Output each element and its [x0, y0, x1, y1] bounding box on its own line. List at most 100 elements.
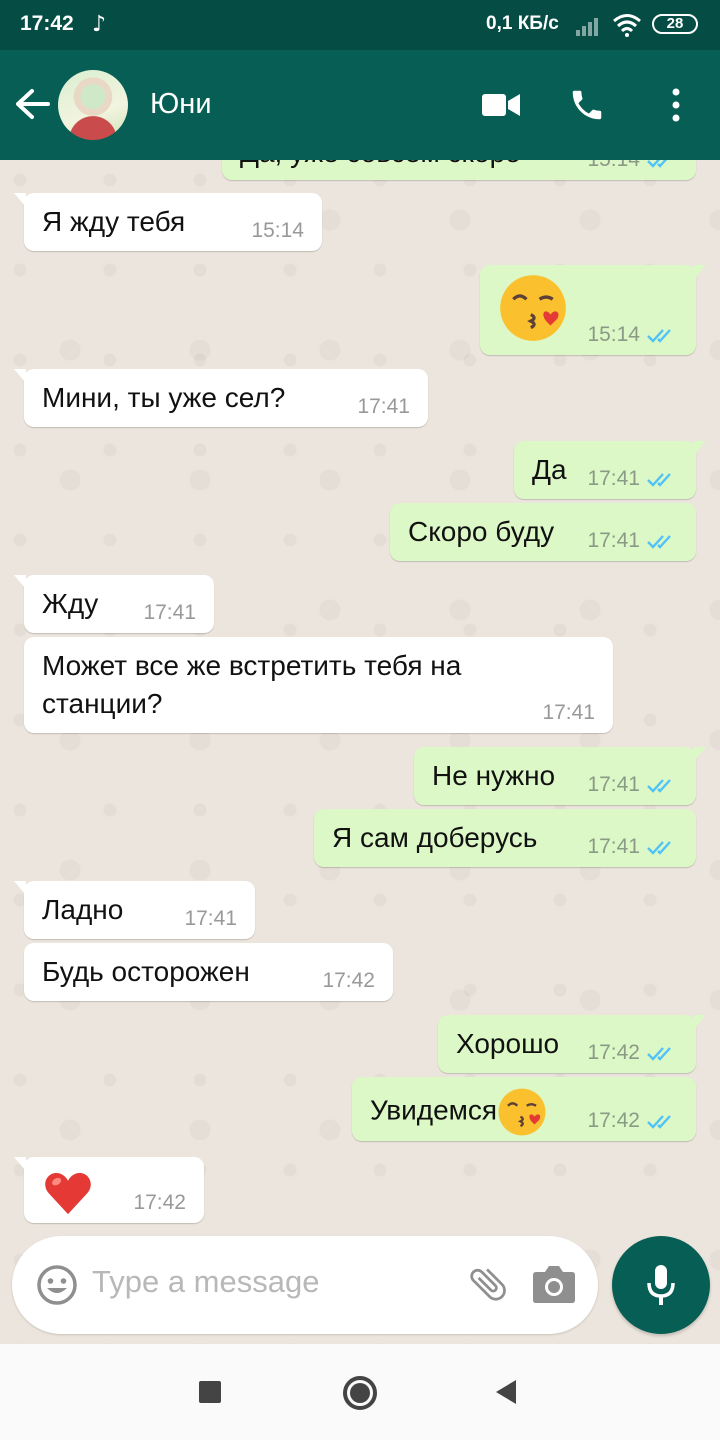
back-arrow-icon[interactable]	[14, 86, 50, 122]
message-text: Хорошо	[456, 1028, 560, 1059]
outgoing-message[interactable]: Скоро буду 17:41	[390, 503, 696, 561]
bubble-tail	[694, 747, 706, 761]
signal-icon	[576, 18, 598, 36]
message-time: 17:41	[587, 529, 640, 552]
message-meta: 17:42	[133, 1191, 186, 1215]
message-time: 17:41	[143, 601, 196, 624]
read-ticks-icon	[647, 160, 668, 168]
message-text: Я сам доберусь	[332, 822, 538, 853]
message-text: Да, уже совсем скоро	[240, 160, 521, 168]
contact-name[interactable]: Юни	[150, 88, 212, 121]
message-time: 17:41	[587, 835, 640, 858]
message-meta: 17:42	[587, 1041, 678, 1065]
kissing-face-emoji-icon	[498, 1088, 546, 1136]
chat-header: Юни	[0, 50, 720, 160]
message-time: 17:42	[133, 1191, 186, 1214]
read-ticks-icon	[647, 1115, 671, 1129]
bubble-tail	[14, 575, 26, 589]
message-time: 17:41	[184, 907, 237, 930]
mic-button[interactable]	[612, 1236, 710, 1334]
read-ticks-icon	[647, 473, 671, 487]
system-nav-bar	[0, 1344, 720, 1440]
message-meta: 17:41	[184, 907, 237, 931]
message-text: Увидемся	[370, 1094, 498, 1126]
message-time: 17:41	[542, 701, 595, 724]
outgoing-message[interactable]: Хорошо 17:42	[438, 1015, 706, 1073]
bubble-tail	[694, 265, 706, 279]
message-time: 17:42	[587, 1041, 640, 1064]
message-text: Будь осторожен	[42, 956, 250, 987]
incoming-message[interactable]: Будь осторожен 17:42	[24, 943, 393, 1001]
message-meta: 15:14	[251, 219, 304, 243]
tiktok-icon: ♪	[92, 12, 107, 37]
message-input[interactable]: Type a message	[92, 1264, 319, 1300]
home-circle-icon[interactable]	[342, 1375, 378, 1411]
message-time: 17:41	[587, 773, 640, 796]
incoming-message[interactable]: 17:42	[14, 1157, 204, 1223]
back-triangle-icon[interactable]	[494, 1379, 518, 1405]
message-text: Может все же встретить тебя на станции?	[42, 650, 462, 719]
message-meta: 15:14	[587, 323, 678, 347]
chat-area[interactable]: Да, уже совсем скоро 15:14 Я жду тебя 15:14…	[0, 160, 720, 1344]
wifi-icon	[613, 14, 641, 37]
read-ticks-icon	[647, 329, 671, 343]
message-text: Не нужно	[432, 760, 556, 791]
message-text: Да	[532, 454, 567, 485]
kissing-face-emoji-icon	[500, 275, 566, 341]
message-meta: 17:41	[587, 529, 678, 553]
battery-icon: 28	[652, 14, 698, 34]
status-bar: 17:42 ♪ 0,1 КБ/с 28	[0, 0, 720, 50]
incoming-message[interactable]: Мини, ты уже сел? 17:41	[14, 369, 428, 427]
read-ticks-icon	[647, 841, 671, 855]
read-ticks-icon	[647, 1047, 671, 1061]
message-meta: 17:41	[542, 701, 595, 725]
message-time: 15:14	[587, 323, 640, 346]
message-meta: 17:41	[587, 773, 678, 797]
attach-icon[interactable]	[466, 1262, 510, 1306]
outgoing-message[interactable]: 15:14	[480, 265, 706, 355]
message-text: Скоро буду	[408, 516, 555, 547]
message-meta: 17:41	[143, 601, 196, 625]
message-time: 17:42	[587, 1109, 640, 1132]
red-heart-emoji-icon	[45, 1172, 91, 1215]
message-meta: 17:41	[587, 467, 678, 491]
video-call-icon[interactable]	[482, 92, 520, 118]
outgoing-message[interactable]: Да 17:41	[514, 441, 706, 499]
message-meta: 17:41	[357, 395, 410, 419]
message-time: 17:41	[587, 467, 640, 490]
recents-square-icon[interactable]	[198, 1380, 222, 1404]
incoming-message[interactable]: Может все же встретить тебя на станции? 1…	[24, 637, 613, 733]
message-meta: 17:42	[587, 1109, 678, 1133]
outgoing-message[interactable]: Не нужно 17:41	[414, 747, 706, 805]
status-time: 17:42	[20, 12, 74, 35]
phone-call-icon[interactable]	[568, 86, 606, 124]
avatar[interactable]	[58, 70, 128, 140]
message-meta: 17:41	[587, 835, 678, 859]
network-speed: 0,1 КБ/с	[486, 13, 559, 34]
message-input-bar[interactable]: Type a message	[12, 1236, 598, 1334]
camera-icon[interactable]	[532, 1264, 576, 1304]
emoji-icon[interactable]	[36, 1264, 78, 1306]
message-time: 15:14	[587, 160, 640, 172]
message-time: 17:42	[322, 969, 375, 992]
read-ticks-icon	[647, 779, 671, 793]
message-time: 17:41	[357, 395, 410, 418]
bubble-tail	[14, 1157, 26, 1171]
message-text: Я жду тебя	[42, 206, 186, 237]
read-ticks-icon	[647, 535, 671, 549]
mic-icon	[647, 1265, 675, 1305]
incoming-message[interactable]: Жду 17:41	[14, 575, 214, 633]
message-time: 15:14	[251, 219, 304, 242]
bubble-tail	[14, 369, 26, 383]
outgoing-message[interactable]: Я сам доберусь 17:41	[314, 809, 696, 867]
incoming-message[interactable]: Я жду тебя 15:14	[14, 193, 322, 251]
more-options-icon[interactable]	[670, 88, 682, 122]
message-text: Мини, ты уже сел?	[42, 382, 286, 413]
outgoing-message[interactable]: Да, уже совсем скоро 15:14	[222, 160, 696, 180]
bubble-tail	[694, 1015, 706, 1029]
outgoing-message[interactable]: Увидемся 17:42	[352, 1077, 696, 1141]
bubble-tail	[14, 193, 26, 207]
bubble-tail	[14, 881, 26, 895]
message-meta: 17:42	[322, 969, 375, 993]
incoming-message[interactable]: Ладно 17:41	[14, 881, 255, 939]
